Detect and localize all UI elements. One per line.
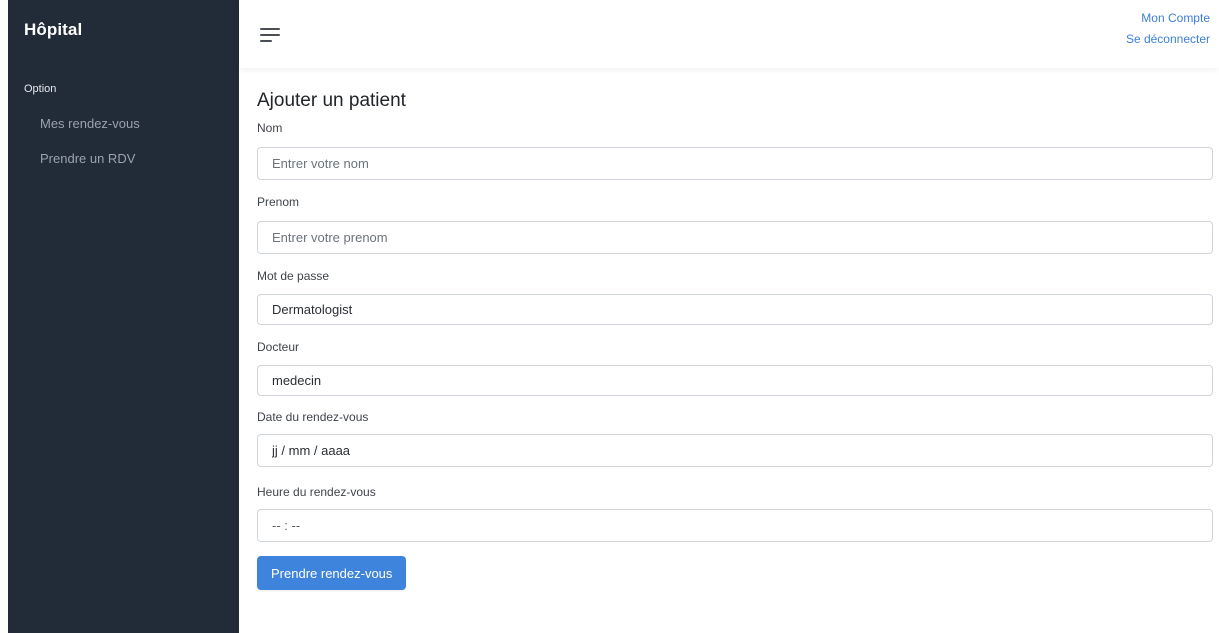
menu-icon-line [260, 28, 280, 30]
menu-icon-line [260, 34, 280, 36]
docteur-label: Docteur [257, 340, 300, 354]
logout-link[interactable]: Se déconnecter [1126, 30, 1210, 48]
nom-input[interactable] [257, 147, 1213, 180]
account-links: Mon Compte Se déconnecter [1126, 9, 1210, 51]
mot-de-passe-input[interactable] [257, 294, 1213, 325]
top-bar: Mon Compte Se déconnecter [239, 0, 1219, 68]
prendre-rendez-vous-button[interactable]: Prendre rendez-vous [257, 556, 407, 590]
prenom-input[interactable] [257, 221, 1213, 254]
app-window: Hôpital Option Mes rendez-vous Prendre u… [0, 0, 1219, 633]
page-title: Ajouter un patient [257, 90, 406, 111]
sidebar: Hôpital Option Mes rendez-vous Prendre u… [8, 0, 239, 633]
date-label: Date du rendez-vous [257, 410, 369, 424]
account-link[interactable]: Mon Compte [1126, 9, 1210, 27]
sidebar-item-prendre-un-rdv[interactable]: Prendre un RDV [40, 151, 135, 166]
mot-de-passe-label: Mot de passe [257, 269, 330, 283]
prenom-label: Prenom [257, 195, 300, 209]
form-group-nom: Nom [257, 120, 1213, 180]
menu-icon-line [260, 40, 272, 42]
nom-label: Nom [257, 121, 283, 135]
main-content: Ajouter un patient Nom Prenom Mot de pas… [257, 88, 1213, 590]
sidebar-section-label: Option [24, 83, 57, 95]
sidebar-item-mes-rendez-vous[interactable]: Mes rendez-vous [40, 116, 140, 131]
docteur-input[interactable] [257, 365, 1213, 396]
heure-input[interactable] [257, 509, 1213, 542]
menu-icon[interactable] [260, 26, 280, 42]
form-group-mot-de-passe: Mot de passe [257, 268, 1213, 325]
heure-label: Heure du rendez-vous [257, 485, 376, 499]
brand-title: Hôpital [24, 20, 83, 39]
form-group-heure: Heure du rendez-vous [257, 484, 1213, 542]
date-input[interactable] [257, 434, 1213, 467]
form-group-docteur: Docteur [257, 339, 1213, 396]
form-group-prenom: Prenom [257, 194, 1213, 254]
form-group-date: Date du rendez-vous [257, 409, 1213, 467]
